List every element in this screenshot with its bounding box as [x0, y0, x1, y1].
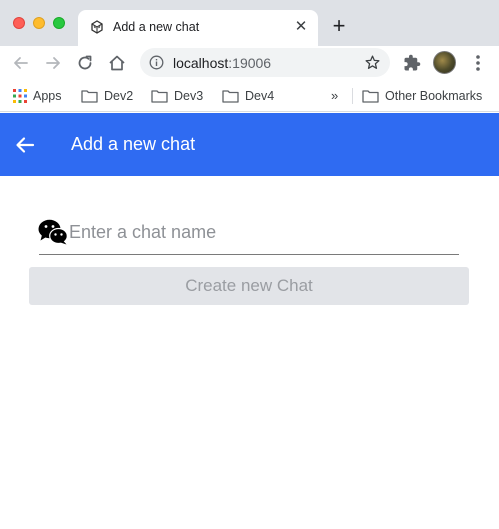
page-title: Add a new chat [71, 134, 196, 154]
back-arrow-icon[interactable] [15, 135, 35, 155]
bookmark-other[interactable]: Other Bookmarks [362, 86, 482, 106]
bookmark-label: Other Bookmarks [385, 89, 483, 103]
folder-icon [222, 90, 239, 103]
create-chat-button[interactable]: Create new Chat [29, 267, 469, 305]
tab-title: Add a new chat [113, 20, 200, 34]
address-text[interactable]: localhost:19006 [173, 55, 271, 71]
bookmarks-overflow-icon[interactable]: » [331, 86, 338, 106]
new-tab-button[interactable]: + [329, 15, 349, 37]
browser-toolbar: localhost:19006 [0, 46, 499, 80]
address-bar[interactable]: localhost:19006 [140, 48, 390, 77]
chat-name-input[interactable] [69, 214, 458, 250]
reload-icon[interactable] [74, 52, 96, 74]
apps-grid-icon [13, 89, 27, 103]
puzzle-icon[interactable] [403, 54, 421, 72]
bookmark-label: Dev4 [245, 89, 275, 103]
address-host: localhost [173, 55, 229, 71]
expo-favicon-icon [91, 20, 103, 34]
bookmark-dev2[interactable]: Dev2 [81, 86, 133, 106]
bookmark-apps[interactable]: Apps [13, 86, 62, 106]
bookmark-dev4[interactable]: Dev4 [222, 86, 274, 106]
folder-icon [151, 90, 168, 103]
window-minimize-button[interactable] [33, 17, 45, 29]
wechat-icon [38, 219, 68, 245]
folder-icon [362, 90, 379, 103]
window-close-button[interactable] [13, 17, 25, 29]
chat-name-underline [39, 254, 459, 255]
star-icon[interactable] [364, 54, 381, 71]
app-header: Add a new chat [0, 113, 499, 176]
back-icon[interactable] [10, 52, 32, 74]
profile-avatar[interactable] [433, 51, 456, 74]
browser-tab-active[interactable]: Add a new chat ✕ [78, 10, 318, 46]
window-zoom-button[interactable] [53, 17, 65, 29]
folder-icon [81, 90, 98, 103]
home-icon[interactable] [106, 52, 128, 74]
browser-tabstrip: Add a new chat ✕ + [0, 0, 499, 46]
site-info-icon[interactable] [149, 55, 164, 70]
more-vert-icon[interactable] [470, 53, 486, 73]
forward-icon[interactable] [42, 52, 64, 74]
bookmark-label: Dev2 [104, 89, 134, 103]
bookmarks-bar: Apps Dev2 Dev3 Dev4 » Other Bookmarks [0, 80, 499, 112]
bookmark-label: Dev3 [174, 89, 204, 103]
bookmarks-divider [352, 88, 353, 104]
tab-close-icon[interactable]: ✕ [292, 18, 310, 36]
bookmark-label: Apps [33, 89, 62, 103]
address-port: :19006 [228, 55, 272, 71]
bookmark-dev3[interactable]: Dev3 [151, 86, 203, 106]
